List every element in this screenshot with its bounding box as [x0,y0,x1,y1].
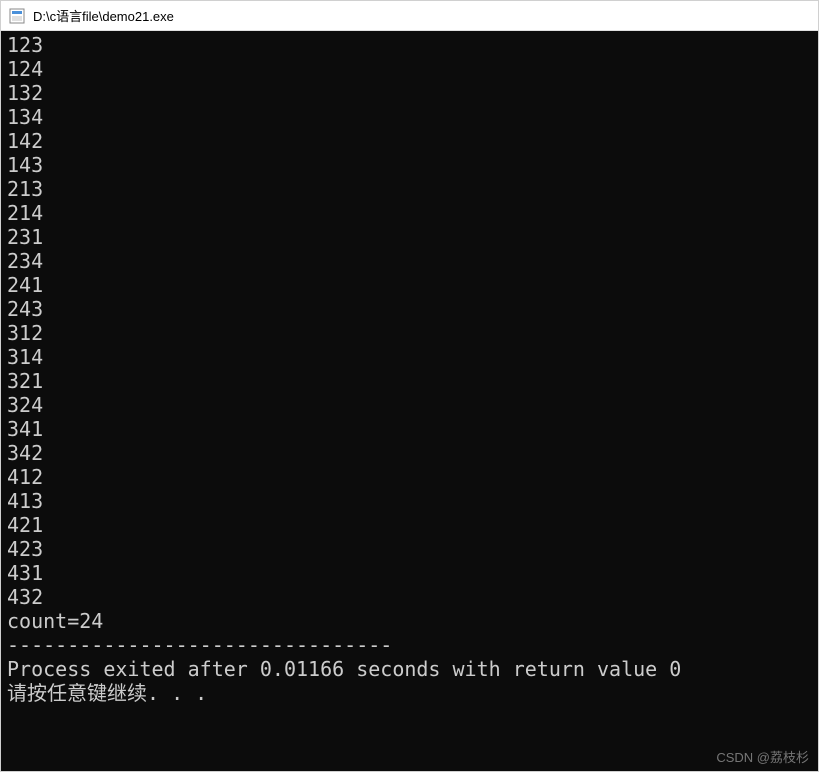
watermark: CSDN @荔枝杉 [716,747,809,766]
console-line: 请按任意键继续. . . [7,681,812,705]
window-title: D:\c语言file\demo21.exe [33,6,174,25]
console-line: 243 [7,297,812,321]
console-output[interactable]: 1231241321341421432132142312342412433123… [1,31,818,771]
console-line: 423 [7,537,812,561]
console-line: 124 [7,57,812,81]
console-line: Process exited after 0.01166 seconds wit… [7,657,812,681]
console-line: count=24 [7,609,812,633]
titlebar[interactable]: D:\c语言file\demo21.exe [1,1,818,31]
console-line: 421 [7,513,812,537]
console-line: 431 [7,561,812,585]
console-line: 341 [7,417,812,441]
console-line: 231 [7,225,812,249]
console-window: D:\c语言file\demo21.exe 123124132134142143… [0,0,819,772]
console-line: 432 [7,585,812,609]
app-icon [9,8,25,24]
console-line: 321 [7,369,812,393]
console-line: 234 [7,249,812,273]
console-line: 142 [7,129,812,153]
console-line: 134 [7,105,812,129]
console-line: 342 [7,441,812,465]
console-line: 324 [7,393,812,417]
console-line: 312 [7,321,812,345]
console-line: 123 [7,33,812,57]
console-line: 132 [7,81,812,105]
console-line: -------------------------------- [7,633,812,657]
console-line: 213 [7,177,812,201]
console-line: 214 [7,201,812,225]
console-line: 412 [7,465,812,489]
console-line: 143 [7,153,812,177]
console-line: 241 [7,273,812,297]
console-line: 413 [7,489,812,513]
console-line: 314 [7,345,812,369]
